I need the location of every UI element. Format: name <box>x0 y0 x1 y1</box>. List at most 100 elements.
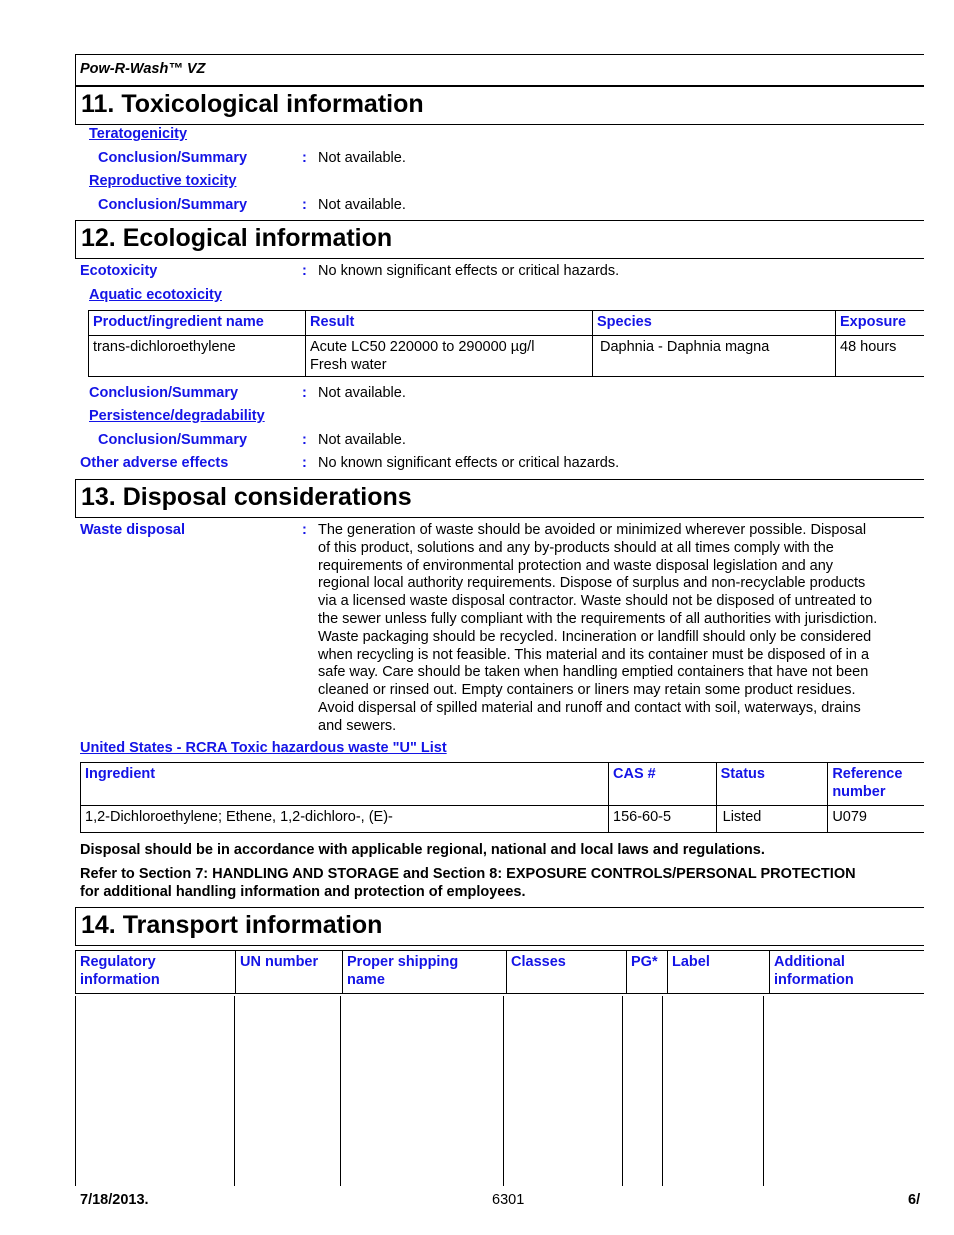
section-14-title: 14. Transport information <box>81 911 383 939</box>
page-clip <box>924 0 954 1235</box>
section-11-title: 11. Toxicological information <box>81 90 424 118</box>
column-divider <box>503 996 504 1186</box>
colon: : <box>302 150 307 166</box>
column-header: Product/ingredient name <box>88 310 306 336</box>
colon: : <box>302 455 307 471</box>
waste-disposal-label: Waste disposal <box>80 522 186 538</box>
footer-page-number: 6/ <box>908 1192 921 1208</box>
header-line: PG* <box>631 954 658 970</box>
column-divider <box>662 996 663 1186</box>
species: Daphnia - Daphnia magna <box>592 335 836 377</box>
text-line: the sewer unless fully compliant with th… <box>318 610 878 627</box>
ingredient-name: trans-dichloroethylene <box>88 335 306 377</box>
footer-code: 6301 <box>492 1192 525 1208</box>
result: Acute LC50 220000 to 290000 µg/l Fresh wa… <box>305 335 593 377</box>
transport-table: Regulatory information UN number Proper s… <box>75 950 938 994</box>
aquatic-conclusion-value: Not available. <box>318 385 406 401</box>
rcra-u-list-heading[interactable]: United States - RCRA Toxic hazardous was… <box>80 740 447 756</box>
header-line: Additional <box>774 954 845 970</box>
ingredient: 1,2-Dichloroethylene; Ethene, 1,2-dichlo… <box>80 805 609 833</box>
column-header-un-number: UN number <box>235 950 343 994</box>
teratogenicity-heading[interactable]: Teratogenicity <box>89 126 187 142</box>
colon: : <box>302 385 307 401</box>
section-14-header: 14. Transport information <box>75 907 936 946</box>
colon: : <box>302 197 307 213</box>
product-name: Pow-R-Wash™ VZ <box>80 61 206 77</box>
status: Listed <box>715 805 829 833</box>
other-adverse-effects-label: Other adverse effects <box>80 455 229 471</box>
aquatic-conclusion-label: Conclusion/Summary <box>89 385 239 401</box>
colon: : <box>302 263 307 279</box>
result-line-2: Fresh water <box>310 357 387 373</box>
section-13-header: 13. Disposal considerations <box>75 479 936 518</box>
table-row: 1,2-Dichloroethylene; Ethene, 1,2-dichlo… <box>80 805 938 833</box>
text-line: safe way. Care should be taken when hand… <box>318 664 869 681</box>
cas-number: 156-60-5 <box>608 805 717 833</box>
aquatic-ecotoxicity-table: Product/ingredient name Result Species E… <box>88 310 938 377</box>
exposure: 48 hours <box>835 335 938 377</box>
teratogenicity-conclusion-label: Conclusion/Summary <box>98 150 248 166</box>
column-header: Ingredient <box>80 762 609 806</box>
result-line-1: Acute LC50 220000 to 290000 µg/l <box>310 339 535 355</box>
column-divider <box>622 996 623 1186</box>
colon: : <box>302 522 307 538</box>
text-line: when recycling is not feasible. This mat… <box>318 646 870 663</box>
teratogenicity-conclusion-value: Not available. <box>318 150 406 166</box>
ecotoxicity-label: Ecotoxicity <box>80 263 158 279</box>
refer-note-line-2: for additional handling information and … <box>80 884 526 900</box>
text-line: regional local authority requirements. D… <box>318 575 866 592</box>
text-line: Avoid dispersal of spilled material and … <box>318 699 861 716</box>
refer-note: Refer to Section 7: HANDLING AND STORAGE… <box>80 865 856 901</box>
column-header-proper-shipping-name: Proper shipping name <box>342 950 507 994</box>
persistence-conclusion-label: Conclusion/Summary <box>98 432 248 448</box>
reproductive-conclusion-label: Conclusion/Summary <box>98 197 248 213</box>
text-line: via a licensed waste disposal contractor… <box>318 593 873 610</box>
column-divider <box>75 996 76 1186</box>
product-header: Pow-R-Wash™ VZ <box>75 54 936 86</box>
ecotoxicity-value: No known significant effects or critical… <box>318 263 620 279</box>
table-header-row: Product/ingredient name Result Species E… <box>88 310 938 336</box>
table-row: trans-dichloroethylene Acute LC50 220000… <box>88 335 938 377</box>
column-divider <box>234 996 235 1186</box>
refer-note-line-1: Refer to Section 7: HANDLING AND STORAGE… <box>80 866 856 882</box>
column-header: Status <box>715 762 829 806</box>
column-header-pg: PG* <box>626 950 668 994</box>
column-header: Result <box>305 310 593 336</box>
column-header-regulatory: Regulatory information <box>75 950 236 994</box>
header-line: information <box>774 972 854 988</box>
column-header-additional-information: Additional information <box>769 950 938 994</box>
persistence-conclusion-value: Not available. <box>318 432 406 448</box>
section-11-header: 11. Toxicological information <box>75 86 936 125</box>
table-header-row: Ingredient CAS # Status Reference number <box>80 762 938 806</box>
text-line: The generation of waste should be avoide… <box>318 522 867 538</box>
rcra-table: Ingredient CAS # Status Reference number… <box>80 762 938 833</box>
header-line: UN number <box>240 954 319 970</box>
section-12-header: 12. Ecological information <box>75 220 936 259</box>
disposal-note: Disposal should be in accordance with ap… <box>80 842 765 858</box>
header-line: name <box>347 972 385 988</box>
persistence-heading[interactable]: Persistence/degradability <box>89 408 265 424</box>
table-header-row: Regulatory information UN number Proper s… <box>75 950 938 994</box>
header-line: Label <box>672 954 710 970</box>
text-line: and sewers. <box>318 717 397 734</box>
column-header-classes: Classes <box>506 950 627 994</box>
text-line: requirements of environmental protection… <box>318 557 834 574</box>
column-header: Species <box>592 310 836 336</box>
footer-date: 7/18/2013. <box>80 1192 149 1208</box>
text-line: of this product, solutions and any by-pr… <box>318 539 834 556</box>
section-13-title: 13. Disposal considerations <box>81 483 412 511</box>
section-12-title: 12. Ecological information <box>81 224 393 252</box>
column-header: Reference number <box>827 762 938 806</box>
column-header: Exposure <box>835 310 938 336</box>
reproductive-conclusion-value: Not available. <box>318 197 406 213</box>
reference-number: U079 <box>827 805 938 833</box>
colon: : <box>302 432 307 448</box>
other-adverse-effects-value: No known significant effects or critical… <box>318 455 620 471</box>
column-header-label: Label <box>667 950 770 994</box>
reproductive-toxicity-heading[interactable]: Reproductive toxicity <box>89 173 236 189</box>
header-line: Proper shipping <box>347 954 459 970</box>
aquatic-ecotoxicity-heading[interactable]: Aquatic ecotoxicity <box>89 287 222 303</box>
column-divider <box>340 996 341 1186</box>
header-line: Classes <box>511 954 566 970</box>
column-divider <box>763 996 764 1186</box>
